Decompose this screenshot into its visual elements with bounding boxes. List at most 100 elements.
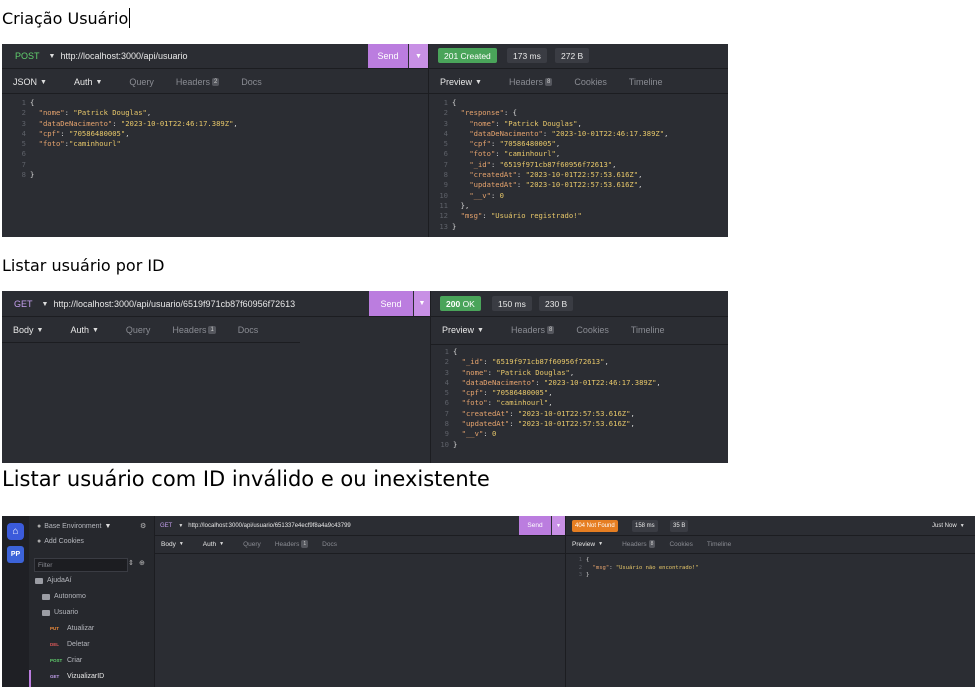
code-line: 8 "updatedAt": "2023-10-01T22:57:53.616Z…	[444, 419, 635, 429]
code-line: 2 "nome": "Patrick Douglas",	[21, 108, 152, 118]
tab-timeline[interactable]: Timeline	[700, 535, 738, 553]
send-button[interactable]: Send	[368, 44, 408, 68]
headers-count-badge: 8	[648, 540, 656, 548]
url-input[interactable]: http://localhost:3000/api/usuario/651337…	[188, 523, 350, 529]
gear-icon[interactable]: ⚙	[140, 522, 146, 530]
code-line: 1{	[21, 98, 35, 107]
tab-timeline[interactable]: Timeline	[620, 318, 676, 342]
tab-query[interactable]: Query	[118, 70, 165, 94]
size-badge: 272 B	[555, 48, 590, 63]
code-line: 1{	[578, 557, 590, 563]
tab-response-headers[interactable]: Headers 8	[615, 535, 662, 553]
chevron-down-icon[interactable]: ▼	[42, 301, 49, 308]
sort-icon[interactable]: ⇕	[128, 559, 134, 567]
tab-auth[interactable]: Auth ▼	[63, 70, 118, 94]
send-button[interactable]: Send	[369, 291, 413, 316]
tab-headers[interactable]: Headers 1	[161, 318, 226, 342]
folder-autonomo[interactable]: Autonomo	[42, 593, 86, 600]
code-line: 3}	[578, 572, 590, 578]
tab-docs[interactable]: Docs	[227, 318, 270, 342]
tab-cookies[interactable]: Cookies	[565, 318, 620, 342]
send-options-button[interactable]: ▼	[413, 291, 430, 316]
tab-preview[interactable]: Preview ▼	[431, 318, 500, 342]
code-line: 8}	[21, 170, 35, 180]
time-badge: 173 ms	[507, 48, 547, 63]
add-icon[interactable]: ⊕	[139, 559, 145, 567]
tab-response-headers[interactable]: Headers 8	[500, 318, 565, 342]
insomnia-panel-get-by-id: GET ▼ http://localhost:3000/api/usuario/…	[2, 291, 728, 463]
tab-headers[interactable]: Headers 1	[268, 535, 315, 553]
request-tabs: Body ▼ Auth ▼ Query Headers 1 Docs	[2, 318, 269, 342]
code-line: 3 "nome": "Patrick Douglas",	[443, 118, 582, 128]
tab-preview[interactable]: Preview ▼	[429, 70, 498, 94]
tab-body[interactable]: Body ▼	[154, 535, 196, 553]
tab-query[interactable]: Query	[236, 535, 268, 553]
request-criar[interactable]: POST Criar	[50, 657, 82, 664]
code-line: 4 "dataDeNacimento": "2023-10-01T22:46:1…	[443, 128, 669, 138]
method-selector[interactable]: GET	[160, 523, 172, 529]
status-badge: 404 Not Found	[572, 520, 618, 532]
code-line: 2 "_id": "6519f971cb87f60956f72613",	[444, 357, 609, 367]
tab-headers[interactable]: Headers 2	[165, 70, 230, 94]
heading-list-invalid: Listar usuário com ID inválido e ou inex…	[2, 467, 490, 491]
tab-cookies[interactable]: Cookies	[563, 70, 618, 94]
folder-icon	[42, 609, 50, 616]
tab-cookies[interactable]: Cookies	[662, 535, 699, 553]
url-input[interactable]: http://localhost:3000/api/usuario/6519f9…	[53, 299, 295, 309]
request-tabs: JSON ▼ Auth ▼ Query Headers 2 Docs	[2, 70, 273, 94]
code-line: 8 "createdAt": "2023-10-01T22:57:53.616Z…	[443, 170, 643, 180]
folder-usuario[interactable]: Usuario	[42, 609, 78, 616]
add-cookies-link[interactable]: ● Add Cookies	[37, 538, 84, 545]
size-badge: 35 B	[670, 520, 689, 532]
headers-count-badge: 2	[211, 78, 220, 86]
code-line: 10 "__v": 0	[439, 190, 504, 200]
code-line: 4 "dataDeNacimento": "2023-10-01T22:46:1…	[444, 377, 661, 387]
tab-timeline[interactable]: Timeline	[618, 70, 674, 94]
response-tabs: Preview ▼ Headers 8 Cookies Timeline	[565, 535, 738, 553]
tab-auth[interactable]: Auth ▼	[196, 535, 236, 553]
url-bar: POST ▼ http://localhost:3000/api/usuario	[15, 44, 188, 68]
tab-docs[interactable]: Docs	[230, 70, 273, 94]
environment-selector[interactable]: ● Base Environment ▼	[37, 523, 116, 530]
response-tabs: Preview ▼ Headers 8 Cookies Timeline	[431, 318, 676, 342]
project-avatar[interactable]: PP	[7, 546, 24, 563]
history-selector[interactable]: Just Now ▼	[932, 516, 970, 535]
chevron-down-icon[interactable]: ▼	[178, 523, 183, 529]
code-line: 7	[21, 159, 26, 169]
url-input[interactable]: http://localhost:3000/api/usuario	[60, 51, 187, 61]
chevron-down-icon[interactable]: ▼	[49, 53, 56, 60]
home-icon[interactable]: ⌂	[7, 523, 24, 540]
code-line: 13}	[439, 221, 457, 231]
code-line: 5 "foto":"caminhourl"	[21, 139, 121, 149]
size-badge: 230 B	[539, 296, 574, 311]
send-button[interactable]: Send	[519, 516, 551, 535]
request-atualizar[interactable]: PUT Atualizar	[50, 625, 94, 632]
tab-query[interactable]: Query	[115, 318, 162, 342]
tab-response-headers[interactable]: Headers 8	[498, 70, 563, 94]
tab-body[interactable]: Body ▼	[2, 318, 59, 342]
code-line: 5 "cpf": "70586480005",	[443, 139, 561, 149]
tab-json[interactable]: JSON ▼	[2, 70, 63, 94]
tab-docs[interactable]: Docs	[315, 535, 344, 553]
request-deletar[interactable]: DEL Deletar	[50, 641, 90, 648]
request-vizualizarid[interactable]: GET VizualizarID	[50, 673, 104, 680]
response-preview: 1{2 "_id": "6519f971cb87f60956f72613", 3 …	[435, 347, 661, 450]
tab-auth[interactable]: Auth ▼	[59, 318, 114, 342]
response-tabs: Preview ▼ Headers 8 Cookies Timeline	[429, 70, 674, 94]
send-options-button[interactable]: ▼	[408, 44, 428, 68]
request-body-editor[interactable]: 1{2 "nome": "Patrick Douglas", 3 "dataDeN…	[12, 98, 238, 180]
headers-count-badge: 8	[544, 78, 553, 86]
code-line: 1{	[443, 98, 457, 107]
url-bar: GET ▼ http://localhost:3000/api/usuario/…	[160, 516, 351, 535]
response-preview: 1{2 "response": {3 "nome": "Patrick Doug…	[434, 98, 668, 232]
insomnia-panel-create: POST ▼ http://localhost:3000/api/usuario…	[2, 44, 728, 237]
tab-preview[interactable]: Preview ▼	[565, 535, 615, 553]
code-line: 6	[21, 149, 26, 159]
code-line: 4 "cpf": "70586480005",	[21, 128, 130, 138]
send-options-button[interactable]: ▼	[551, 516, 565, 535]
method-selector[interactable]: GET	[14, 299, 33, 309]
filter-input[interactable]: Filter	[34, 558, 128, 572]
workspace-folder[interactable]: AjudaAí	[35, 577, 72, 584]
code-line: 2 "response": {	[443, 108, 517, 118]
method-selector[interactable]: POST	[15, 51, 40, 61]
